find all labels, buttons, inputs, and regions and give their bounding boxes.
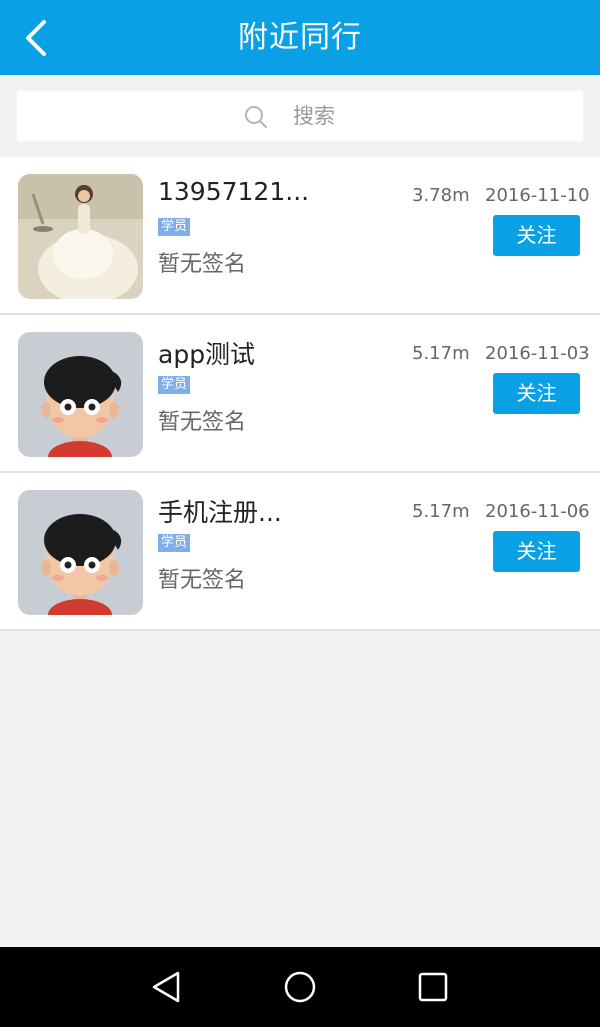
avatar[interactable] [18,490,143,615]
role-badge: 学员 [158,534,191,552]
nav-home-button[interactable] [282,969,318,1005]
square-recents-icon [418,972,448,1002]
circle-home-icon [284,971,316,1003]
avatar[interactable] [18,332,143,457]
avatar[interactable] [18,174,143,299]
list-item[interactable]: 13957121... 学员 暂无签名 3.78m 2016-11-10 关注 [0,157,600,315]
follow-button[interactable]: 关注 [493,373,580,414]
triangle-back-icon [152,971,180,1003]
search-placeholder: 搜索 [293,104,335,128]
distance-label: 5.17m [412,501,470,522]
nearby-user-list: 13957121... 学员 暂无签名 3.78m 2016-11-10 关注 [0,157,600,631]
user-name: 手机注册... [158,498,282,527]
search-bar-container: 搜索 [0,75,600,157]
user-name: 13957121... [158,177,310,206]
page-title: 附近同行 [238,20,362,55]
distance-label: 5.17m [412,343,470,364]
role-badge: 学员 [158,218,191,236]
avatar-cartoon-boy [18,490,143,615]
nav-recents-button[interactable] [415,969,451,1005]
date-label: 2016-11-03 [485,343,590,364]
app-header: 附近同行 [0,0,600,75]
avatar-photo-doll [18,174,143,299]
follow-button[interactable]: 关注 [493,215,580,256]
system-nav-bar [0,947,600,1027]
search-input[interactable]: 搜索 [17,91,583,141]
avatar-cartoon-boy [18,332,143,457]
user-signature: 暂无签名 [158,252,247,277]
list-item[interactable]: app测试 学员 暂无签名 5.17m 2016-11-03 关注 [0,315,600,473]
list-item[interactable]: 手机注册... 学员 暂无签名 5.17m 2016-11-06 关注 [0,473,600,631]
nav-back-button[interactable] [148,969,184,1005]
role-badge: 学员 [158,376,191,394]
search-icon [245,106,267,128]
date-label: 2016-11-06 [485,501,590,522]
user-name: app测试 [158,340,256,369]
follow-button[interactable]: 关注 [493,531,580,572]
user-signature: 暂无签名 [158,410,247,435]
user-signature: 暂无签名 [158,568,247,593]
date-label: 2016-11-10 [485,185,590,206]
distance-label: 3.78m [412,185,470,206]
